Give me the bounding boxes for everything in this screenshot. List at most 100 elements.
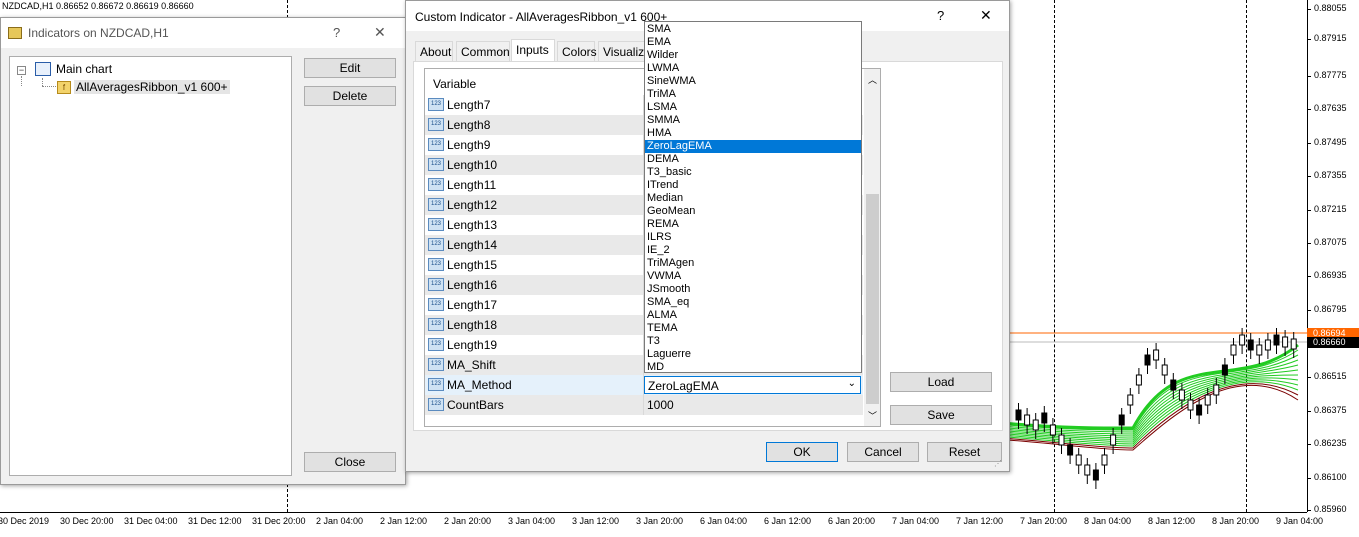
- collapse-icon[interactable]: −: [17, 66, 26, 75]
- tree-line: [21, 76, 22, 86]
- variable-name: Length13: [447, 218, 498, 232]
- candle-body: [1221, 364, 1228, 376]
- integer-type-icon: 123: [428, 278, 444, 291]
- close-icon[interactable]: ✕: [374, 24, 386, 41]
- cancel-button[interactable]: Cancel: [847, 442, 919, 462]
- dropdown-option[interactable]: Median: [645, 192, 861, 205]
- tree-item-main-chart[interactable]: Main chart: [56, 62, 112, 76]
- dropdown-option[interactable]: GeoMean: [645, 205, 861, 218]
- save-button[interactable]: Save: [890, 405, 992, 425]
- dropdown-option[interactable]: LSMA: [645, 101, 861, 114]
- scroll-thumb[interactable]: [866, 194, 879, 404]
- dropdown-option[interactable]: T3: [645, 335, 861, 348]
- price-tick: [1307, 243, 1311, 244]
- variable-name: Length14: [447, 238, 498, 252]
- ok-button[interactable]: OK: [766, 442, 838, 462]
- help-icon[interactable]: ?: [333, 25, 340, 40]
- integer-type-icon: 123: [428, 338, 444, 351]
- time-tick-label: 9 Jan 04:00: [1276, 516, 1324, 526]
- column-variable[interactable]: Variable: [433, 77, 476, 91]
- dropdown-option[interactable]: HMA: [645, 127, 861, 140]
- price-tick-label: 0.87635: [1314, 103, 1347, 113]
- price-tick: [1307, 143, 1311, 144]
- candle-body: [1196, 404, 1203, 416]
- scroll-down-icon[interactable]: ﹀: [868, 409, 877, 422]
- dropdown-option[interactable]: SineWMA: [645, 75, 861, 88]
- time-tick-label: 7 Jan 20:00: [1020, 516, 1068, 526]
- price-tick-label: 0.85960: [1314, 504, 1347, 514]
- time-tick-label: 8 Jan 04:00: [1084, 516, 1132, 526]
- ma-method-dropdown-list[interactable]: SMA EMA Wilder LWMA SineWMA TriMA LSMA SMMA HMA Z…: [644, 21, 862, 373]
- edit-button[interactable]: Edit: [304, 58, 396, 78]
- column-separator: [643, 395, 644, 415]
- close-button[interactable]: Close: [304, 452, 396, 472]
- dropdown-option[interactable]: EMA: [645, 36, 861, 49]
- dropdown-option[interactable]: ZeroLagEMA: [645, 140, 861, 153]
- tab-colors[interactable]: Colors: [557, 41, 597, 61]
- dropdown-option[interactable]: MD: [645, 361, 861, 372]
- price-tick: [1307, 310, 1311, 311]
- reset-button[interactable]: Reset: [927, 442, 1002, 462]
- dropdown-option[interactable]: Wilder: [645, 49, 861, 62]
- resize-grip-icon[interactable]: ⋰: [994, 459, 1002, 468]
- dropdown-option[interactable]: SMA: [645, 23, 861, 36]
- dropdown-option[interactable]: IE_2: [645, 244, 861, 257]
- dropdown-option[interactable]: Laguerre: [645, 348, 861, 361]
- dropdown-option[interactable]: ALMA: [645, 309, 861, 322]
- tab-about[interactable]: About: [415, 41, 453, 61]
- variable-name: MA_Method: [447, 378, 512, 392]
- price-tick-label: 0.87775: [1314, 70, 1347, 80]
- dropdown-option[interactable]: DEMA: [645, 153, 861, 166]
- grid-row[interactable]: 123 MA_Method ZeroLagEMA ⌄: [425, 375, 863, 395]
- dropdown-option[interactable]: TriMA: [645, 88, 861, 101]
- integer-type-icon: 123: [428, 298, 444, 311]
- candle-body: [1127, 394, 1134, 406]
- integer-type-icon: 123: [428, 118, 444, 131]
- time-tick-label: 3 Jan 04:00: [508, 516, 556, 526]
- help-icon[interactable]: ?: [937, 8, 944, 23]
- dropdown-option[interactable]: VWMA: [645, 270, 861, 283]
- dropdown-option[interactable]: TEMA: [645, 322, 861, 335]
- candle-body: [1144, 354, 1151, 366]
- time-tick-label: 6 Jan 04:00: [700, 516, 748, 526]
- price-tick-label: 0.87915: [1314, 33, 1347, 43]
- chevron-down-icon[interactable]: ⌄: [848, 378, 856, 389]
- price-tick: [1307, 109, 1311, 110]
- tab-common[interactable]: Common: [456, 41, 510, 61]
- grid-row[interactable]: 123 CountBars 1000: [425, 395, 863, 415]
- dropdown-option[interactable]: T3_basic: [645, 166, 861, 179]
- candle-body: [1110, 434, 1117, 446]
- delete-button[interactable]: Delete: [304, 86, 396, 106]
- dropdown-option[interactable]: SMMA: [645, 114, 861, 127]
- indicator-tree[interactable]: − Main chart f AllAveragesRibbon_v1 600+: [9, 56, 292, 476]
- tab-inputs[interactable]: Inputs: [511, 39, 555, 62]
- close-icon[interactable]: ✕: [980, 7, 992, 24]
- variable-value[interactable]: 1000: [647, 398, 674, 412]
- ma-method-value: ZeroLagEMA: [648, 379, 719, 393]
- grid-scrollbar[interactable]: ︿ ﹀: [864, 69, 880, 426]
- ma-line: [1008, 359, 1299, 435]
- dropdown-option[interactable]: REMA: [645, 218, 861, 231]
- candle-body: [1084, 464, 1091, 476]
- price-tick-label: 0.88055: [1314, 3, 1347, 13]
- title-bar[interactable]: Indicators on NZDCAD,H1 ? ✕: [1, 18, 405, 48]
- dropdown-option[interactable]: LWMA: [645, 62, 861, 75]
- price-tick-label: 0.87355: [1314, 170, 1347, 180]
- load-button[interactable]: Load: [890, 372, 992, 392]
- dialog-title: Custom Indicator - AllAveragesRibbon_v1 …: [415, 10, 668, 24]
- candle-body: [1067, 444, 1074, 456]
- dropdown-option[interactable]: ITrend: [645, 179, 861, 192]
- ma-method-select[interactable]: ZeroLagEMA ⌄: [644, 376, 861, 394]
- dropdown-option[interactable]: JSmooth: [645, 283, 861, 296]
- price-tick-label: 0.87215: [1314, 204, 1347, 214]
- integer-type-icon: 123: [428, 138, 444, 151]
- time-tick-label: 6 Jan 20:00: [828, 516, 876, 526]
- scroll-up-icon[interactable]: ︿: [868, 73, 877, 86]
- dropdown-option[interactable]: ILRS: [645, 231, 861, 244]
- candle-body: [1058, 434, 1065, 446]
- integer-type-icon: 123: [428, 378, 444, 391]
- dropdown-option[interactable]: SMA_eq: [645, 296, 861, 309]
- dropdown-option[interactable]: TriMAgen: [645, 257, 861, 270]
- variable-name: Length19: [447, 338, 498, 352]
- tree-item-indicator[interactable]: AllAveragesRibbon_v1 600+: [74, 80, 230, 94]
